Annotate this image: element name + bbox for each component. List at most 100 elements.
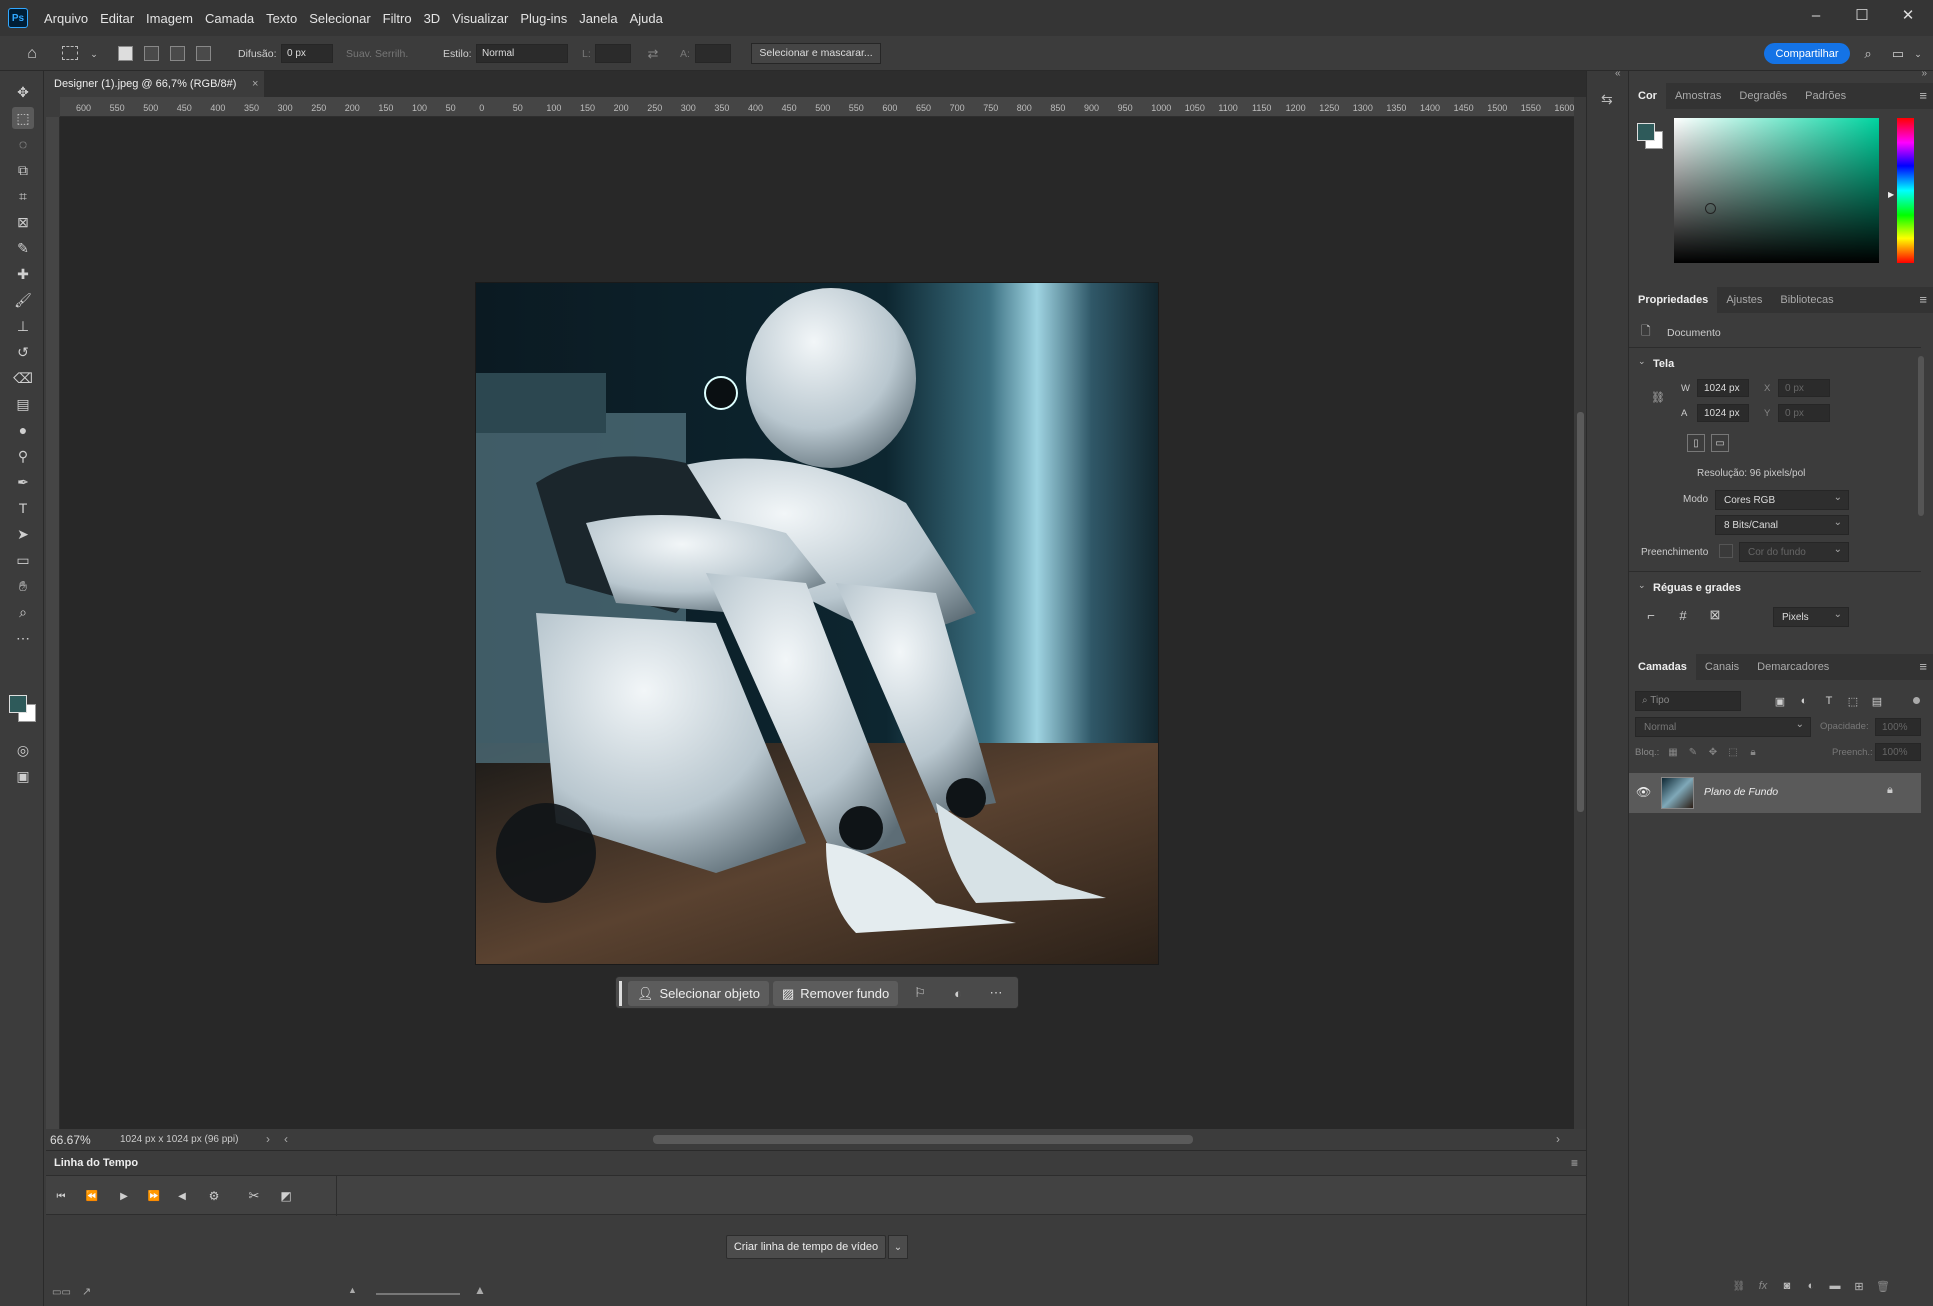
menu-item-editar[interactable]: Editar: [94, 11, 140, 26]
canvas-y-input[interactable]: 0 px: [1778, 404, 1830, 422]
zoom-level[interactable]: 66.67%: [50, 1133, 91, 1147]
menu-item-texto[interactable]: Texto: [260, 11, 303, 26]
remove-background-button[interactable]: ▨ Remover fundo: [773, 981, 899, 1006]
height-input[interactable]: [695, 44, 731, 63]
select-and-mask-button[interactable]: Selecionar e mascarar...: [751, 43, 881, 64]
chevron-right-icon[interactable]: ›: [266, 1132, 270, 1146]
convert-icon[interactable]: ↗: [82, 1285, 91, 1298]
crop-icon[interactable]: ⌗: [12, 185, 34, 207]
drag-handle[interactable]: [619, 981, 622, 1006]
first-frame-icon[interactable]: ⏮: [51, 1186, 71, 1206]
fx-icon[interactable]: fx: [1753, 1276, 1773, 1296]
chevron-down-icon[interactable]: ⌄: [1638, 356, 1646, 367]
dodge-icon[interactable]: ⚲: [12, 445, 34, 467]
scroll-left-icon[interactable]: ‹: [284, 1132, 288, 1146]
menu-item-ajuda[interactable]: Ajuda: [624, 11, 669, 26]
chevron-down-icon[interactable]: ⌄: [888, 1235, 908, 1259]
layers-tab-demarcadores[interactable]: Demarcadores: [1748, 654, 1838, 680]
menu-item-camada[interactable]: Camada: [199, 11, 260, 26]
object-select-icon[interactable]: ⧉: [12, 159, 34, 181]
trash-icon[interactable]: 🗑︎: [1873, 1276, 1893, 1296]
pen-icon[interactable]: ✒: [12, 471, 34, 493]
properties-tab-bibliotecas[interactable]: Bibliotecas: [1771, 287, 1842, 313]
hue-marker-icon[interactable]: ▶: [1888, 190, 1894, 199]
marquee-icon[interactable]: ⬚: [12, 107, 34, 129]
color-mode-select[interactable]: Cores RGB: [1715, 490, 1849, 510]
lock-transparency-icon[interactable]: ▦: [1663, 742, 1683, 762]
frame-icon[interactable]: ⊠: [12, 211, 34, 233]
layer-name[interactable]: Plano de Fundo: [1704, 786, 1778, 798]
fill-input[interactable]: 100%: [1875, 743, 1921, 761]
color-tab-degrades[interactable]: Degradês: [1730, 83, 1796, 109]
maximize-button[interactable]: ☐: [1839, 0, 1885, 30]
fill-select[interactable]: Cor do fundo: [1739, 542, 1849, 562]
panel-menu-icon[interactable]: ≡: [1919, 659, 1927, 674]
link-layers-icon[interactable]: ⛓: [1729, 1276, 1749, 1296]
panel-menu-icon[interactable]: ≡: [1919, 88, 1927, 103]
blend-mode-select[interactable]: Normal: [1635, 717, 1811, 737]
select-object-button[interactable]: 👤︎ Selecionar objeto: [628, 981, 769, 1006]
swap-icon[interactable]: ⇄: [643, 44, 663, 64]
move-icon[interactable]: ✥: [12, 81, 34, 103]
minimize-button[interactable]: –: [1793, 0, 1839, 30]
scissors-icon[interactable]: ✂: [244, 1186, 264, 1206]
menu-item-selecionar[interactable]: Selecionar: [303, 11, 376, 26]
ruler-icon[interactable]: ⌐: [1641, 605, 1661, 625]
opacity-input[interactable]: 100%: [1875, 718, 1921, 736]
lock-pixels-icon[interactable]: ✎: [1683, 742, 1703, 762]
menu-item-imagem[interactable]: Imagem: [140, 11, 199, 26]
panel-menu-icon[interactable]: ≡: [1571, 1156, 1578, 1170]
canvas-height-input[interactable]: 1024 px: [1697, 404, 1749, 422]
chevron-down-icon[interactable]: ⌄: [84, 44, 104, 64]
frame-mode-icon[interactable]: ▭▭: [52, 1287, 71, 1298]
stamp-icon[interactable]: ⊥: [12, 315, 34, 337]
properties-tab-propriedades[interactable]: Propriedades: [1629, 287, 1718, 313]
previous-frame-icon[interactable]: ⏪: [82, 1186, 102, 1206]
filter-toggle[interactable]: [1913, 697, 1920, 704]
eye-icon[interactable]: 👁︎: [1636, 785, 1651, 799]
landscape-icon[interactable]: ▭: [1711, 434, 1729, 452]
units-select[interactable]: Pixels: [1773, 607, 1849, 627]
color-field[interactable]: [1674, 118, 1879, 263]
canvas-section-title[interactable]: Tela: [1653, 358, 1674, 370]
antialias-checkbox[interactable]: Suav. Serrilh.: [346, 48, 408, 60]
create-video-timeline-button[interactable]: Criar linha de tempo de vídeo: [726, 1235, 886, 1259]
eyedropper-icon[interactable]: ✎: [12, 237, 34, 259]
adjustment-filter-icon[interactable]: ◐: [1794, 691, 1814, 711]
shape-filter-icon[interactable]: ⬚: [1843, 691, 1863, 711]
zoom-out-icon[interactable]: ▲: [348, 1285, 357, 1295]
collapse-icon[interactable]: «: [1615, 68, 1621, 79]
screen-mode-icon[interactable]: ▣: [12, 765, 34, 787]
audio-icon[interactable]: ◀: [172, 1186, 192, 1206]
rulers-grids-section-title[interactable]: Réguas e grades: [1653, 582, 1741, 594]
intersect-selection-icon[interactable]: [196, 46, 211, 61]
expand-icon[interactable]: »: [1921, 68, 1927, 79]
link-icon[interactable]: ⛓: [1651, 391, 1665, 404]
color-picker-handle[interactable]: [1705, 203, 1716, 214]
close-button[interactable]: ✕: [1885, 0, 1931, 30]
feather-input[interactable]: 0 px: [281, 44, 333, 63]
lasso-icon[interactable]: ◌: [12, 133, 34, 155]
style-select[interactable]: Normal: [476, 44, 568, 63]
menu-item-janela[interactable]: Janela: [573, 11, 623, 26]
layer-row[interactable]: 👁︎ Plano de Fundo 🔒︎: [1629, 773, 1921, 813]
horizontal-scroll-thumb[interactable]: [653, 1135, 1193, 1144]
zoom-in-icon[interactable]: ▲: [474, 1283, 486, 1297]
workspace-icon[interactable]: ▭: [1888, 44, 1908, 64]
zoom-slider[interactable]: [376, 1293, 460, 1295]
scroll-thumb[interactable]: [1577, 412, 1584, 812]
add-selection-icon[interactable]: [144, 46, 159, 61]
width-input[interactable]: [595, 44, 631, 63]
home-icon[interactable]: ⌂: [22, 44, 42, 64]
play-icon[interactable]: ▶: [114, 1186, 134, 1206]
color-tab-padroes[interactable]: Padrões: [1796, 83, 1855, 109]
vertical-scrollbar[interactable]: [1574, 97, 1586, 1129]
color-tab-cor[interactable]: Cor: [1629, 83, 1666, 109]
document-image[interactable]: [475, 282, 1159, 965]
transition-icon[interactable]: ◩: [276, 1186, 296, 1206]
hand-icon[interactable]: ✋︎: [12, 575, 34, 597]
foreground-color-swatch[interactable]: [9, 695, 27, 713]
new-selection-icon[interactable]: [118, 46, 133, 61]
hue-slider[interactable]: [1897, 118, 1914, 263]
type-filter-icon[interactable]: T: [1819, 691, 1839, 711]
